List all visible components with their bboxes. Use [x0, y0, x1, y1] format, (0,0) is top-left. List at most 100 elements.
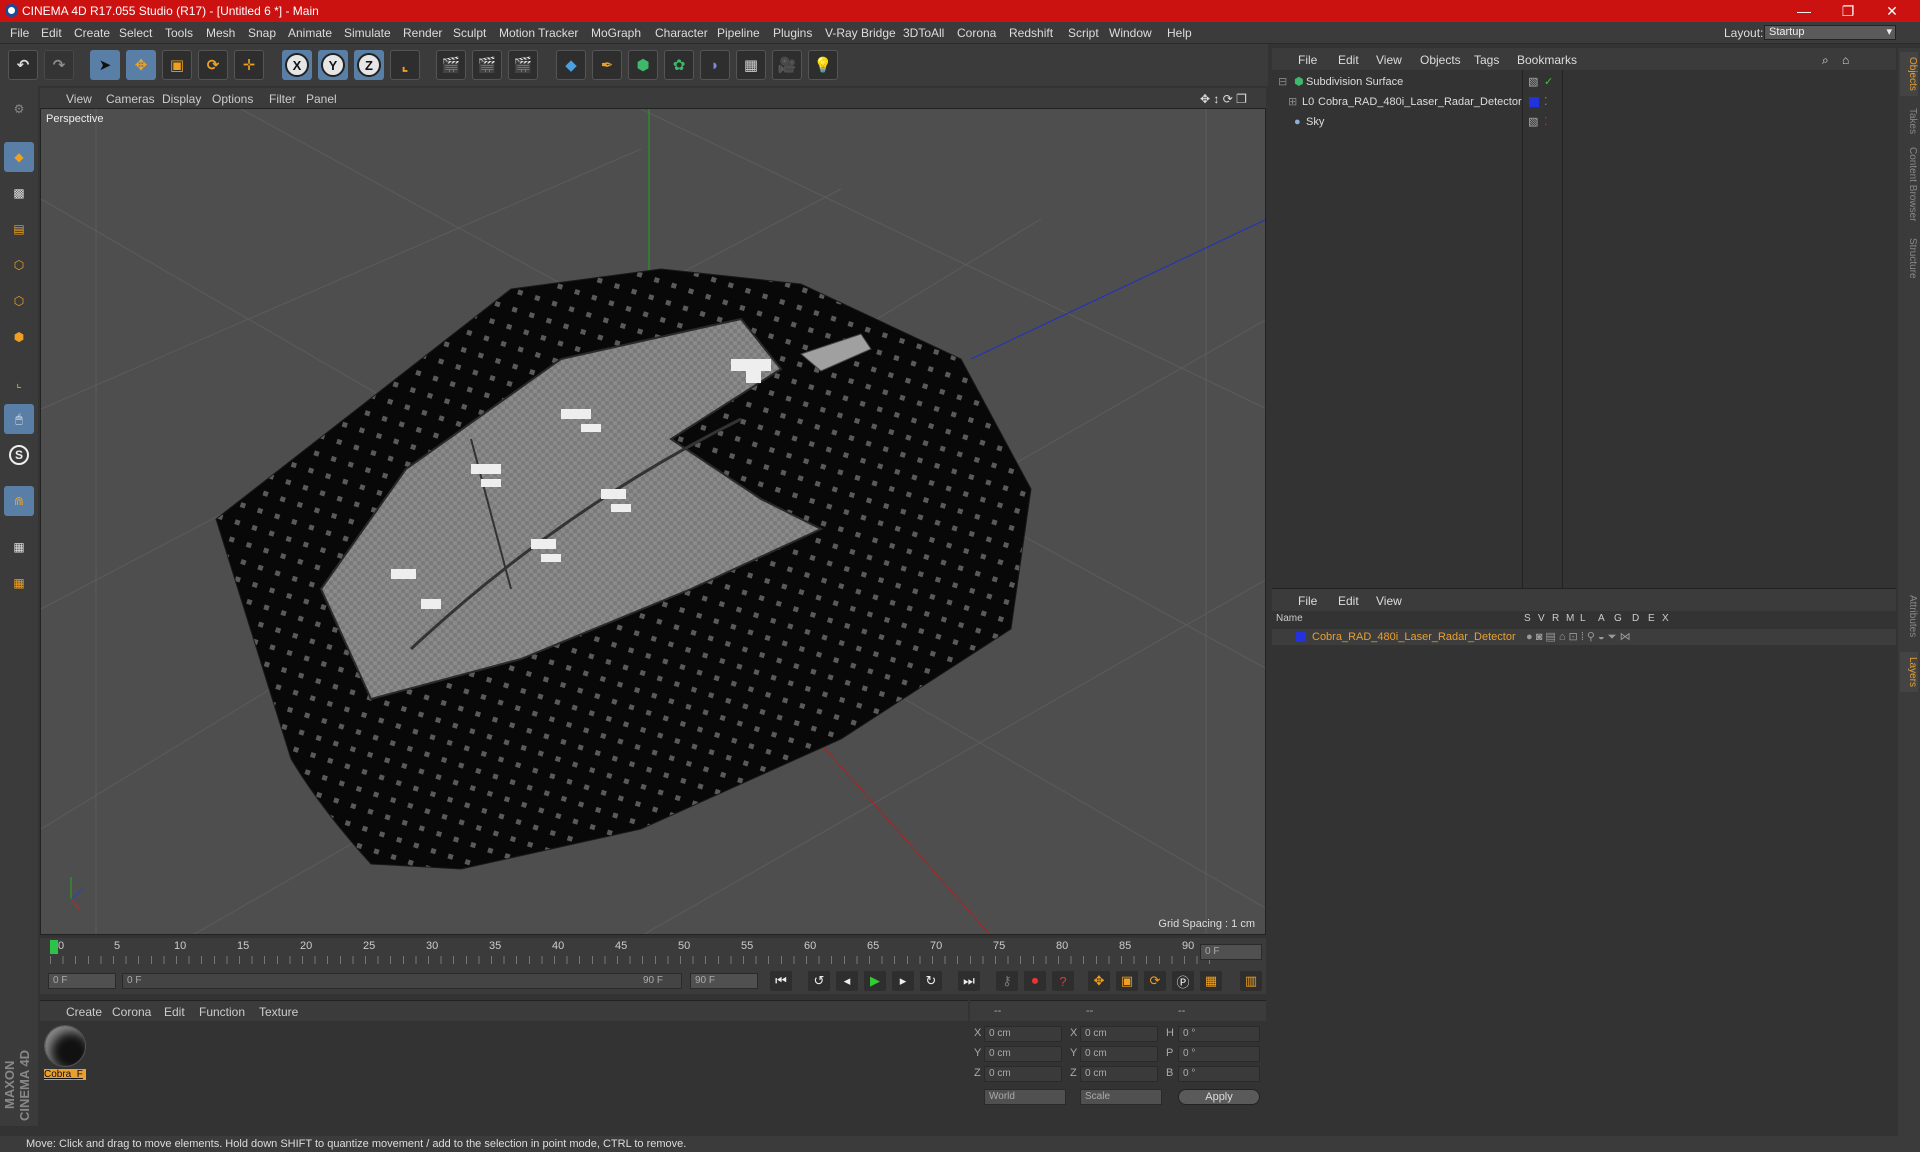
tab-attributes[interactable]: Attributes	[1900, 588, 1918, 644]
tab-objects[interactable]: Objects	[1900, 52, 1918, 96]
mat-menu-create[interactable]: Create	[66, 1005, 102, 1019]
object-row-sky[interactable]: ● Sky ▧ ⁚	[1272, 114, 1896, 130]
layer-menu-edit[interactable]: Edit	[1338, 594, 1359, 608]
size-mode-select[interactable]: Scale	[1080, 1089, 1162, 1105]
light-button[interactable]: 💡	[808, 50, 838, 80]
home-icon[interactable]: ⌂	[1842, 53, 1849, 67]
layer-row-cobra[interactable]: Cobra_RAD_480i_Laser_Radar_Detector ● ◙ …	[1272, 629, 1896, 645]
points-mode-button[interactable]: ⬡	[4, 250, 34, 280]
make-editable-button[interactable]: ⚙	[4, 94, 34, 124]
x-axis-button[interactable]: X	[282, 50, 312, 80]
render-view-button[interactable]: 🎬	[436, 50, 466, 80]
obj-menu-view[interactable]: View	[1376, 53, 1402, 67]
z-axis-button[interactable]: Z	[354, 50, 384, 80]
mat-menu-texture[interactable]: Texture	[259, 1005, 298, 1019]
next-key-button[interactable]: ↻	[920, 971, 942, 991]
viewport-perspective[interactable]: Perspective Grid Spacing : 1 cm	[40, 108, 1266, 935]
vp-menu-filter[interactable]: Filter	[269, 92, 296, 106]
subdivision-button[interactable]: ⬢	[628, 50, 658, 80]
mat-menu-edit[interactable]: Edit	[164, 1005, 185, 1019]
key-rotation-button[interactable]: ⟳	[1144, 971, 1166, 991]
record-keys-button[interactable]: ⚷	[996, 971, 1018, 991]
next-frame-button[interactable]: ▸	[892, 971, 914, 991]
snap-button[interactable]: ⋒	[4, 486, 34, 516]
layout-select[interactable]: Startup ▾	[1764, 25, 1896, 40]
timeline-window-button[interactable]: ▥	[1240, 971, 1262, 991]
tweak-mode-button[interactable]: 🖱	[4, 404, 34, 434]
menu-sculpt[interactable]: Sculpt	[453, 26, 486, 40]
workplane-button[interactable]: ▤	[4, 214, 34, 244]
menu-edit[interactable]: Edit	[41, 26, 62, 40]
current-frame-field[interactable]: 0 F	[1200, 944, 1262, 960]
menu-tools[interactable]: Tools	[165, 26, 193, 40]
layer-flag-icons[interactable]: ● ◙ ▤ ⌂ ⊡ ⁞ ⚲ ◒ ⏷ ⋈	[1526, 629, 1631, 645]
deformer-button[interactable]: ◗	[700, 50, 730, 80]
render-picture-viewer-button[interactable]: 🎬	[472, 50, 502, 80]
vp-menu-panel[interactable]: Panel	[306, 92, 337, 106]
layer-color-swatch[interactable]	[1296, 632, 1306, 642]
menu-3dtoall[interactable]: 3DToAll	[903, 26, 944, 40]
key-parameter-button[interactable]: Ⓟ	[1172, 971, 1194, 991]
object-row-cobra[interactable]: ⊞ L0 Cobra_RAD_480i_Laser_Radar_Detector…	[1272, 94, 1896, 110]
rot-p-field[interactable]: 0 °	[1178, 1046, 1260, 1062]
menu-mograph[interactable]: MoGraph	[591, 26, 641, 40]
size-z-field[interactable]: 0 cm	[1080, 1066, 1158, 1082]
obj-menu-file[interactable]: File	[1298, 53, 1317, 67]
workplane-lock-button[interactable]: ▦	[4, 532, 34, 562]
key-position-button[interactable]: ✥	[1088, 971, 1110, 991]
layer-color-swatch[interactable]	[1529, 97, 1539, 107]
rot-b-field[interactable]: 0 °	[1178, 1066, 1260, 1082]
keyframe-selection-button[interactable]: ?	[1052, 971, 1074, 991]
y-axis-button[interactable]: Y	[318, 50, 348, 80]
material-swatch[interactable]: Cobra_F	[44, 1025, 86, 1083]
floor-button[interactable]: ▦	[736, 50, 766, 80]
visibility-dots-icon[interactable]: ⁚	[1544, 94, 1548, 110]
menu-motion-tracker[interactable]: Motion Tracker	[499, 26, 578, 40]
menu-create[interactable]: Create	[74, 26, 110, 40]
expand-icon[interactable]: ⊞	[1288, 94, 1297, 110]
solo-button[interactable]: S	[4, 440, 34, 470]
viewport-nav-icon[interactable]: ✥ ↕ ⟳ ❐	[1200, 92, 1247, 106]
scale-tool-button[interactable]: ▣	[162, 50, 192, 80]
pos-y-field[interactable]: 0 cm	[984, 1046, 1062, 1062]
menu-plugins[interactable]: Plugins	[773, 26, 812, 40]
polygons-mode-button[interactable]: ⬢	[4, 322, 34, 352]
object-row-subdivision[interactable]: ⊟ ⬢ Subdivision Surface ▧ ✓	[1272, 74, 1896, 90]
axis-mode-button[interactable]: ⌞	[4, 368, 34, 398]
maximize-button[interactable]: ❐	[1828, 2, 1868, 20]
pos-x-field[interactable]: 0 cm	[984, 1026, 1062, 1042]
menu-vray-bridge[interactable]: V-Ray Bridge	[825, 26, 896, 40]
visibility-toggle[interactable]: ▧	[1528, 74, 1538, 90]
tab-takes[interactable]: Takes	[1900, 104, 1918, 138]
autokey-button[interactable]: ⏺	[1024, 971, 1046, 991]
coord-mode-select[interactable]: World	[984, 1089, 1066, 1105]
menu-animate[interactable]: Animate	[288, 26, 332, 40]
menu-redshift[interactable]: Redshift	[1009, 26, 1053, 40]
apply-button[interactable]: Apply	[1178, 1089, 1260, 1105]
timeline-ruler[interactable]: 0 5 10 15 20 25 30 35 40 45 50 55 60 65 …	[40, 938, 1266, 968]
menu-character[interactable]: Character	[655, 26, 708, 40]
tab-structure[interactable]: Structure	[1900, 230, 1918, 286]
mograph-cloner-button[interactable]: ✿	[664, 50, 694, 80]
recent-tool-button[interactable]: ✛	[234, 50, 264, 80]
tab-content-browser[interactable]: Content Browser	[1900, 144, 1918, 224]
obj-menu-bookmarks[interactable]: Bookmarks	[1517, 53, 1577, 67]
cube-primitive-button[interactable]: ◆	[556, 50, 586, 80]
model-mode-button[interactable]: ◆	[4, 142, 34, 172]
obj-menu-objects[interactable]: Objects	[1420, 53, 1461, 67]
play-button[interactable]: ▶	[864, 971, 886, 991]
tab-layers[interactable]: Layers	[1900, 652, 1918, 692]
vp-menu-cameras[interactable]: Cameras	[106, 92, 155, 106]
size-y-field[interactable]: 0 cm	[1080, 1046, 1158, 1062]
key-pla-button[interactable]: ▦	[1200, 971, 1222, 991]
layer-menu-file[interactable]: File	[1298, 594, 1317, 608]
texture-mode-button[interactable]: ▩	[4, 178, 34, 208]
spline-pen-button[interactable]: ✒	[592, 50, 622, 80]
menu-script[interactable]: Script	[1068, 26, 1099, 40]
obj-menu-edit[interactable]: Edit	[1338, 53, 1359, 67]
vp-menu-options[interactable]: Options	[212, 92, 253, 106]
rotate-tool-button[interactable]: ⟳	[198, 50, 228, 80]
menu-corona[interactable]: Corona	[957, 26, 996, 40]
layer-menu-view[interactable]: View	[1376, 594, 1402, 608]
frame-range-slider[interactable]: 0 F 90 F	[122, 973, 682, 989]
